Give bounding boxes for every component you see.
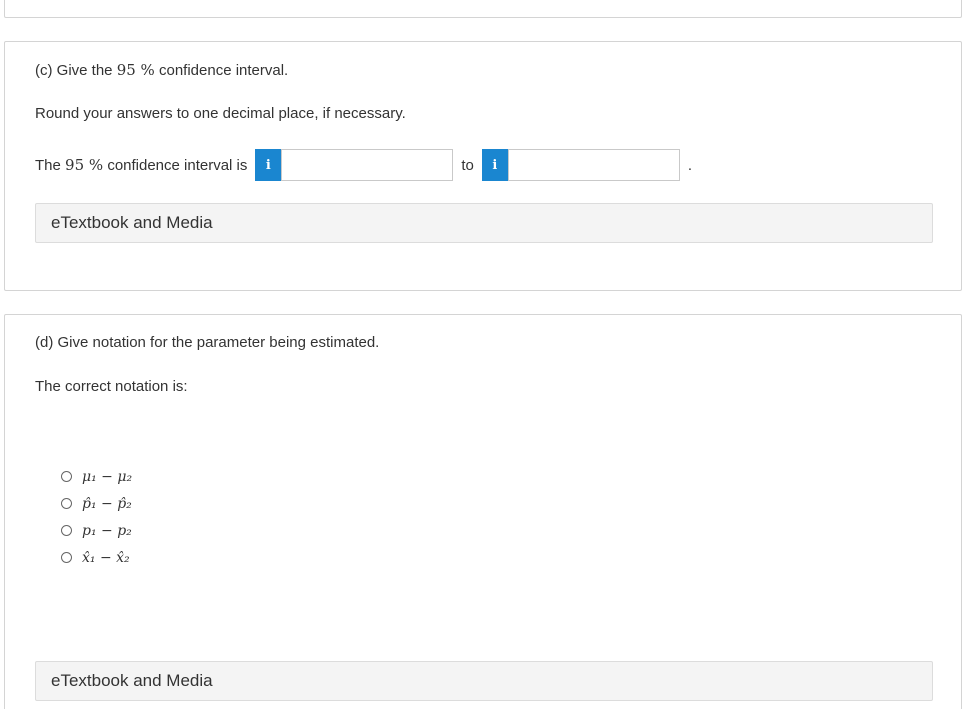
radio-button[interactable] [61, 498, 72, 509]
part-c-prompt-suffix: confidence interval. [158, 62, 289, 79]
option-mu-difference[interactable]: μ₁ − μ₂ [61, 463, 132, 490]
option-phat-difference[interactable]: p̂₁ − p̂₂ [61, 490, 132, 517]
sentence-period: . [687, 156, 693, 174]
page: (c) Give the 95 % confidence interval. R… [0, 0, 965, 709]
radio-button[interactable] [61, 552, 72, 563]
option-xhat-difference[interactable]: x̂₁ − x̂₂ [61, 544, 132, 571]
ci-label-prefix: The [35, 156, 61, 174]
part-c-prompt: (c) Give the 95 % confidence interval. [35, 60, 288, 81]
ci-label-suffix: confidence interval is [107, 156, 248, 174]
radio-button[interactable] [61, 525, 72, 536]
part-c-prompt-prefix: (c) Give the [35, 62, 113, 79]
upper-bound-input[interactable] [507, 149, 680, 181]
option-p-difference[interactable]: p₁ − p₂ [61, 517, 132, 544]
part-d-prompt: (d) Give notation for the parameter bein… [35, 334, 380, 351]
lower-bound-info-icon[interactable]: i [255, 149, 282, 181]
etextbook-media-button-d[interactable]: eTextbook and Media [35, 661, 933, 701]
ci-label-percent: 95 % [65, 156, 104, 174]
part-c-prompt-percent: 95 % [116, 61, 155, 79]
radio-button[interactable] [61, 471, 72, 482]
confidence-interval-row: The 95 % confidence interval is i to i . [35, 148, 692, 182]
previous-question-card [4, 0, 962, 18]
upper-bound-info-icon[interactable]: i [481, 149, 508, 181]
part-d-instruction: The correct notation is: [35, 378, 188, 395]
etextbook-media-button-c[interactable]: eTextbook and Media [35, 203, 933, 243]
option-label: p̂₁ − p̂₂ [82, 495, 132, 512]
part-d-card: (d) Give notation for the parameter bein… [4, 314, 962, 709]
option-label: x̂₁ − x̂₂ [82, 549, 130, 566]
lower-bound-input[interactable] [281, 149, 454, 181]
part-c-instruction: Round your answers to one decimal place,… [35, 105, 406, 122]
option-label: p₁ − p₂ [82, 522, 132, 539]
part-c-card: (c) Give the 95 % confidence interval. R… [4, 41, 962, 291]
to-label: to [461, 156, 474, 174]
option-label: μ₁ − μ₂ [82, 468, 133, 485]
notation-options: μ₁ − μ₂ p̂₁ − p̂₂ p₁ − p₂ x̂₁ − x̂₂ [61, 463, 132, 571]
